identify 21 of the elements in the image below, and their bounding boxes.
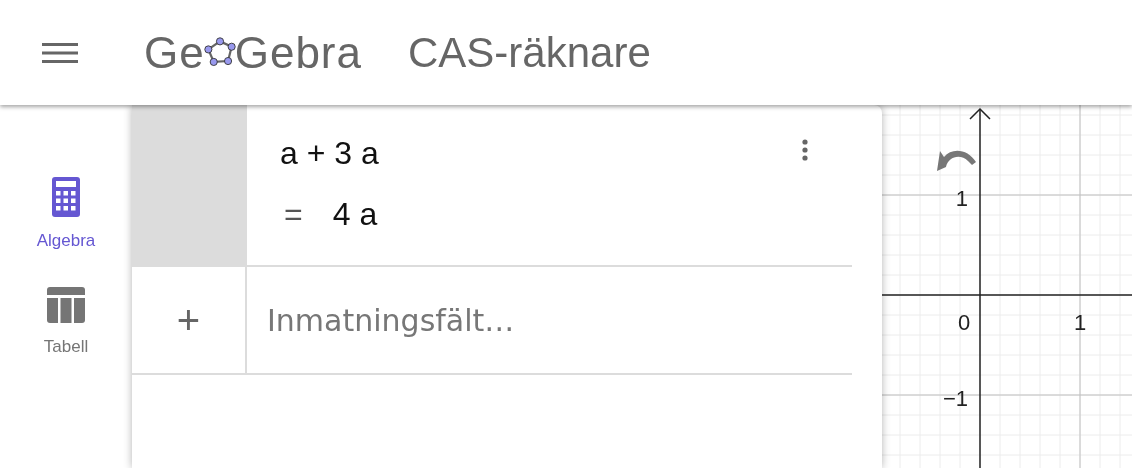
more-icon[interactable]: [802, 139, 808, 161]
logo-text: Ge: [144, 27, 205, 78]
logo-text: Gebra: [234, 27, 362, 78]
menu-icon[interactable]: [42, 40, 78, 65]
sidebar-item[interactable]: Algebra: [36, 177, 96, 251]
row-marker[interactable]: [132, 105, 247, 265]
graphics-view[interactable]: 0 1 1 −1: [882, 105, 1132, 468]
input-field[interactable]: Inmatningsfält…: [247, 267, 852, 373]
undo-icon[interactable]: [937, 150, 976, 171]
axis-label: 1: [955, 186, 968, 211]
equals-sign: =: [283, 196, 303, 233]
app-title: CAS-räknare: [408, 28, 651, 77]
calculator-icon: [52, 177, 80, 217]
axis-label: 0: [957, 310, 971, 335]
cas-input[interactable]: a + 3 a: [280, 135, 379, 172]
table-icon: [47, 287, 85, 323]
cas-output: 4 a: [332, 196, 378, 233]
add-button[interactable]: +: [176, 297, 201, 343]
axis-label: 1: [1073, 310, 1087, 335]
axis-label: −1: [942, 386, 968, 411]
sidebar-item[interactable]: Tabell: [43, 287, 89, 357]
